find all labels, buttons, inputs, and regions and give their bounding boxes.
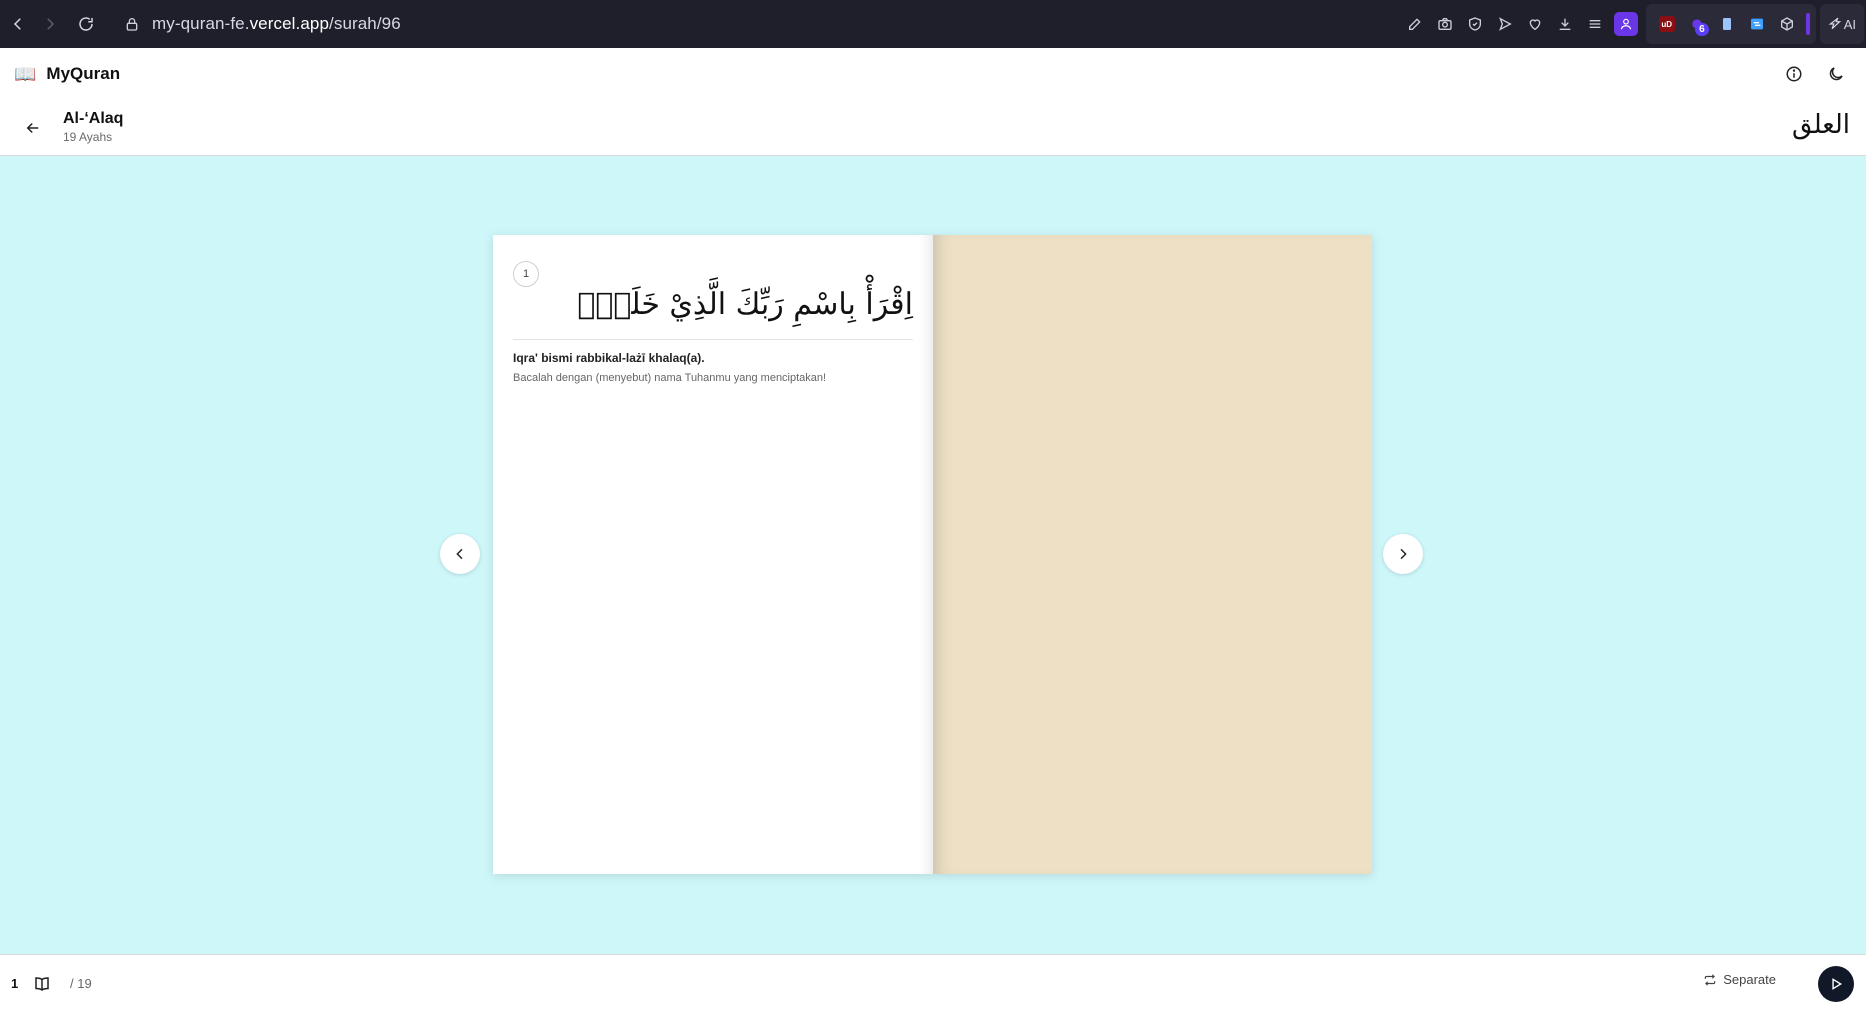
cube-extension-icon[interactable] [1772, 9, 1802, 39]
repeat-icon [1704, 973, 1716, 986]
app-header: 📖 MyQuran [0, 48, 1866, 100]
left-page[interactable]: 1 اِقْرَأْ بِاسْمِ رَبِّكَ الَّذِيْ خَلَ… [493, 235, 933, 874]
play-icon [1832, 978, 1843, 990]
surah-name: Al-‘Alaq [63, 110, 124, 127]
ayah-translation: Bacalah dengan (menyebut) nama Tuhanmu y… [513, 372, 827, 384]
total-pages: / 19 [70, 976, 92, 991]
chevron-left-icon [456, 548, 463, 560]
profile-icon[interactable] [1613, 12, 1638, 36]
info-icon[interactable] [1782, 62, 1806, 86]
ai-assistant-button[interactable]: AI [1819, 4, 1864, 44]
heart-icon[interactable] [1520, 9, 1550, 39]
reload-icon[interactable] [70, 8, 102, 40]
back-nav-icon[interactable] [2, 8, 34, 40]
surah-header: Al-‘Alaq 19 Ayahs العلق [0, 100, 1866, 156]
reader-area: 1 اِقْرَأْ بِاسْمِ رَبِّكَ الَّذِيْ خَلَ… [0, 156, 1866, 954]
download-icon[interactable] [1550, 9, 1580, 39]
ayah-divider [513, 339, 913, 340]
right-page[interactable] [933, 235, 1372, 874]
ayah-count: 19 Ayahs [63, 130, 113, 144]
surah-arabic-name: العلق [1792, 110, 1850, 140]
send-icon[interactable] [1490, 9, 1520, 39]
lock-icon [126, 18, 138, 31]
camera-icon[interactable] [1430, 9, 1460, 39]
edit-icon[interactable] [1400, 9, 1430, 39]
extensions-group: uD 6 [1645, 4, 1816, 44]
extension-separator [1805, 13, 1810, 35]
shield-icon[interactable] [1460, 9, 1490, 39]
app-title[interactable]: MyQuran [46, 64, 120, 84]
open-book-icon[interactable] [33, 975, 51, 993]
address-bar[interactable]: my-quran-fe.vercel.app/surah/96 [110, 0, 401, 48]
mode-label: Separate [1723, 972, 1776, 987]
reader-footer: 1 / 19 Separate [0, 954, 1866, 1013]
back-arrow-icon[interactable] [20, 115, 46, 141]
url-text: my-quran-fe.vercel.app/surah/96 [152, 14, 401, 33]
ublock-extension-icon[interactable]: uD [1652, 9, 1682, 39]
previous-page-button[interactable] [440, 534, 480, 574]
book-logo-icon: 📖 [14, 63, 37, 84]
chevron-right-icon [1400, 548, 1407, 560]
moon-icon[interactable] [1824, 62, 1848, 86]
layout-mode-toggle[interactable]: Separate [1703, 972, 1776, 987]
forward-nav-icon[interactable] [34, 8, 66, 40]
ayah-transliteration: Iqra' bismi rabbikal-lażī khalaq(a). [513, 351, 705, 365]
badge-extension-icon[interactable]: 6 [1682, 9, 1712, 39]
play-button[interactable] [1818, 966, 1854, 1002]
ayah-arabic-text: اِقْرَأْ بِاسْمِ رَبِّكَ الَّذِيْ خَلَقَ… [577, 287, 913, 322]
document-extension-icon[interactable] [1712, 9, 1742, 39]
translate-extension-icon[interactable] [1742, 9, 1772, 39]
current-page-number[interactable]: 1 [11, 976, 18, 991]
menu-icon[interactable] [1580, 9, 1610, 39]
browser-toolbar: my-quran-fe.vercel.app/surah/96 uD 6 AI [0, 0, 1866, 48]
book-spread: 1 اِقْرَأْ بِاسْمِ رَبِّكَ الَّذِيْ خَلَ… [493, 235, 1372, 874]
next-page-button[interactable] [1383, 534, 1423, 574]
